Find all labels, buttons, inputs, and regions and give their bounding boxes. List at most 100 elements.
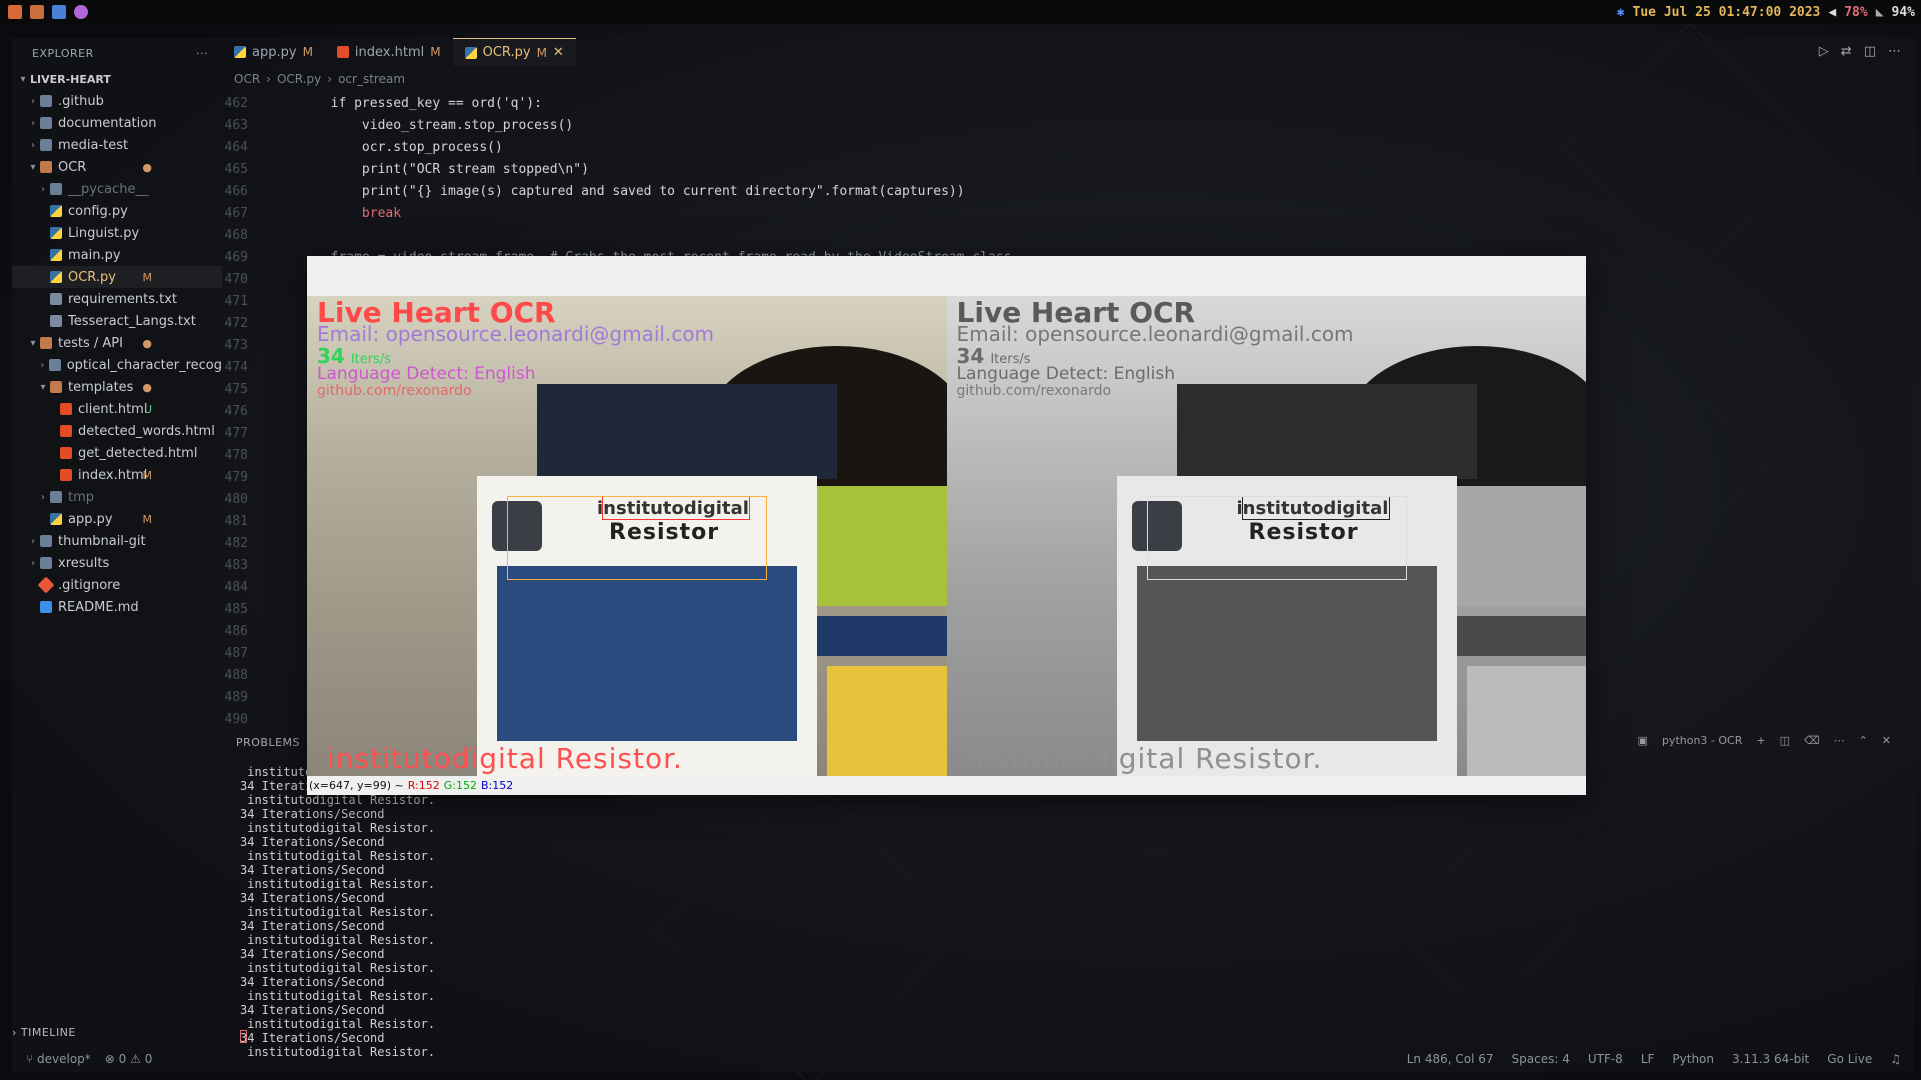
bluetooth-icon[interactable]: ✱ [1617, 5, 1625, 20]
folder-icon [40, 139, 52, 151]
tree-item[interactable]: Tesseract_Langs.txt [12, 310, 222, 332]
code-text: print("OCR stream stopped\n") [268, 161, 589, 177]
tree-item[interactable]: config.py [12, 200, 222, 222]
browser-icon[interactable] [74, 5, 88, 19]
tree-item[interactable]: ▾ templates ● [12, 376, 222, 398]
line-number: 481 [224, 513, 248, 529]
tree-item-label: OCR [58, 159, 87, 175]
terminal-line: institutodigital Resistor. [240, 933, 436, 947]
trash-icon[interactable]: ⌫ [1804, 734, 1820, 747]
notifications-icon[interactable]: ♫ [1890, 1052, 1901, 1066]
status-bar: ⑂ develop* ⊗ 0 ⚠ 0 Ln 486, Col 67 Spaces… [12, 1048, 1915, 1070]
maximize-panel-icon[interactable]: ⌃ [1859, 734, 1868, 747]
terminal-name[interactable]: python3 - OCR [1662, 734, 1742, 747]
tree-item[interactable]: OCR.py M [12, 266, 222, 288]
html-icon [60, 469, 72, 481]
source-control-icon[interactable]: ⇄ [1841, 44, 1852, 59]
tree-item[interactable]: app.py M [12, 508, 222, 530]
tree-item[interactable]: ▾ tests / API ● [12, 332, 222, 354]
ocr-preview-window[interactable]: institutodigital Resistor Live Heart OCR… [307, 256, 1586, 795]
explorer-root-folder[interactable]: ▾ LIVER-HEART [12, 68, 222, 90]
breadcrumb-symbol[interactable]: ocr_stream [338, 72, 405, 86]
terminal-line: institutodigital Resistor. [240, 905, 436, 919]
editor-tab[interactable]: app.py M [222, 38, 325, 66]
terminal-output[interactable]: institutodigital Resistor.34 Iterations/… [240, 765, 435, 1059]
tree-item[interactable]: ▾ OCR ● [12, 156, 222, 178]
line-number: 462 [224, 95, 248, 111]
git-status-badge: U [143, 402, 152, 416]
tree-item-label: Linguist.py [68, 225, 140, 241]
editor-tab[interactable]: index.html M [325, 38, 453, 66]
line-number: 477 [224, 425, 248, 441]
split-editor-icon[interactable]: ◫ [1864, 44, 1876, 59]
overlay-github: github.com/rexonardo [956, 383, 1112, 399]
language-mode[interactable]: Python [1672, 1052, 1714, 1066]
tree-item[interactable]: get_detected.html [12, 442, 222, 464]
terminal-line: 34 Iterations/Second [240, 919, 385, 933]
run-icon[interactable]: ▷ [1819, 44, 1829, 59]
folder-icon [50, 491, 62, 503]
line-number: 483 [224, 557, 248, 573]
split-terminal-icon[interactable]: ◫ [1780, 734, 1790, 747]
line-number: 490 [224, 711, 248, 727]
tree-item[interactable]: client.html U [12, 398, 222, 420]
chevron-right-icon: › [31, 117, 35, 129]
terminal-line: 34 Iterations/Second [240, 1003, 385, 1017]
cursor-position[interactable]: Ln 486, Col 67 [1407, 1052, 1494, 1066]
go-live-button[interactable]: Go Live [1827, 1052, 1872, 1066]
line-number: 472 [224, 315, 248, 331]
problems-indicator[interactable]: ⊗ 0 ⚠ 0 [105, 1052, 153, 1066]
line-number: 482 [224, 535, 248, 551]
html-icon [60, 425, 72, 437]
overlay-language: Language Detect: English [317, 364, 536, 384]
tree-item[interactable]: › tmp [12, 486, 222, 508]
tree-item[interactable]: requirements.txt [12, 288, 222, 310]
tree-item[interactable]: index.html M [12, 464, 222, 486]
interpreter[interactable]: 3.11.3 64-bit [1732, 1052, 1809, 1066]
terminal-line: institutodigital Resistor. [240, 849, 436, 863]
timeline-section[interactable]: › TIMELINE [12, 1026, 76, 1039]
tree-item[interactable]: › thumbnail-git [12, 530, 222, 552]
tree-item[interactable]: Linguist.py [12, 222, 222, 244]
wifi-icon[interactable]: ◣ [1876, 5, 1884, 20]
poster-resistor-image [1456, 486, 1586, 606]
more-actions-icon[interactable]: ⋯ [1888, 44, 1901, 59]
more-actions-icon[interactable]: ⋯ [1834, 734, 1845, 747]
breadcrumb-folder[interactable]: OCR [234, 72, 260, 86]
code-line: 463 video_stream.stop_process() [222, 114, 1902, 136]
files-icon[interactable] [30, 5, 44, 19]
line-number: 465 [224, 161, 248, 177]
tree-item[interactable]: .gitignore [12, 574, 222, 596]
app-launcher-icon[interactable] [8, 5, 22, 19]
close-icon[interactable]: ✕ [553, 45, 564, 60]
tree-item[interactable]: › media-test [12, 134, 222, 156]
panel-tab-problems[interactable]: PROBLEMS [236, 736, 300, 749]
python-icon [50, 271, 62, 283]
branch-indicator[interactable]: ⑂ develop* [26, 1052, 91, 1066]
breadcrumb: OCR › OCR.py › ocr_stream [234, 72, 406, 86]
tree-item[interactable]: › .github [12, 90, 222, 112]
line-ending[interactable]: LF [1641, 1052, 1655, 1066]
tree-item[interactable]: README.md [12, 596, 222, 618]
tree-item-label: .github [58, 93, 104, 109]
tree-item[interactable]: › xresults [12, 552, 222, 574]
tree-item[interactable]: detected_words.html [12, 420, 222, 442]
close-panel-icon[interactable]: ✕ [1882, 734, 1891, 747]
breadcrumb-file[interactable]: OCR.py [277, 72, 321, 86]
explorer-title: EXPLORER [32, 46, 94, 60]
tree-item[interactable]: › optical_character_recog [12, 354, 222, 376]
code-text: video_stream.stop_process() [268, 117, 574, 133]
tree-item[interactable]: › __pycache__ [12, 178, 222, 200]
add-terminal-icon[interactable]: + [1756, 734, 1765, 747]
editor-tab[interactable]: OCR.py M ✕ [452, 38, 576, 66]
more-actions-icon[interactable]: ··· [196, 47, 208, 60]
indentation[interactable]: Spaces: 4 [1512, 1052, 1570, 1066]
chevron-down-icon: ▾ [30, 337, 36, 349]
editor-icon[interactable] [52, 5, 66, 19]
tree-item[interactable]: main.py [12, 244, 222, 266]
speaker-icon[interactable]: ◀ [1828, 5, 1836, 20]
pixel-info-bar: (x=647, y=99) ~ R:152 G:152 B:152 [307, 776, 1586, 795]
folder-icon [40, 535, 52, 547]
encoding[interactable]: UTF-8 [1588, 1052, 1623, 1066]
tree-item[interactable]: › documentation [12, 112, 222, 134]
